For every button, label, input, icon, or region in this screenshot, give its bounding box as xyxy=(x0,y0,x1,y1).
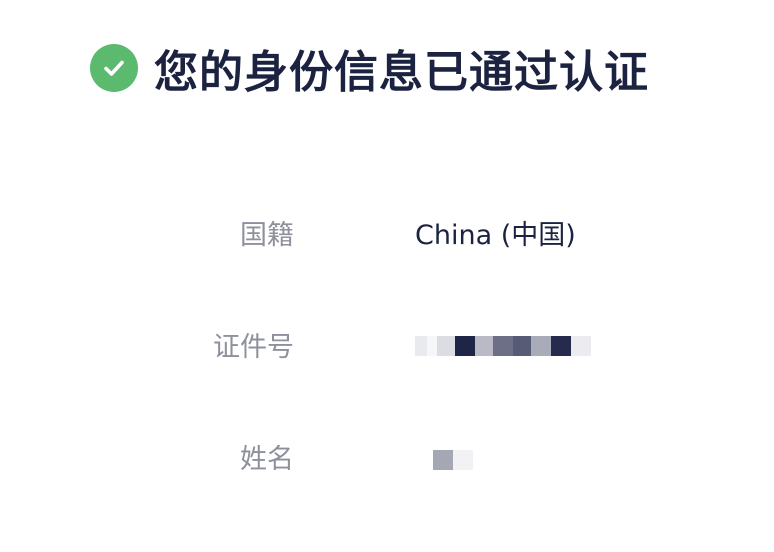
info-row-name: 姓名 xyxy=(0,440,774,480)
check-circle-icon xyxy=(90,44,138,92)
id-number-label: 证件号 xyxy=(213,332,294,363)
name-value-redacted xyxy=(433,450,473,470)
info-row-nationality: 国籍 China (中国) xyxy=(0,216,774,256)
nationality-value: China (中国) xyxy=(415,220,576,251)
nationality-label: 国籍 xyxy=(240,220,294,251)
info-row-id-number: 证件号 xyxy=(0,328,774,368)
name-label: 姓名 xyxy=(240,444,294,475)
page-title: 您的身份信息已通过认证 xyxy=(154,47,649,98)
verification-header: 您的身份信息已通过认证 xyxy=(90,40,649,98)
id-number-value-redacted xyxy=(415,336,591,356)
